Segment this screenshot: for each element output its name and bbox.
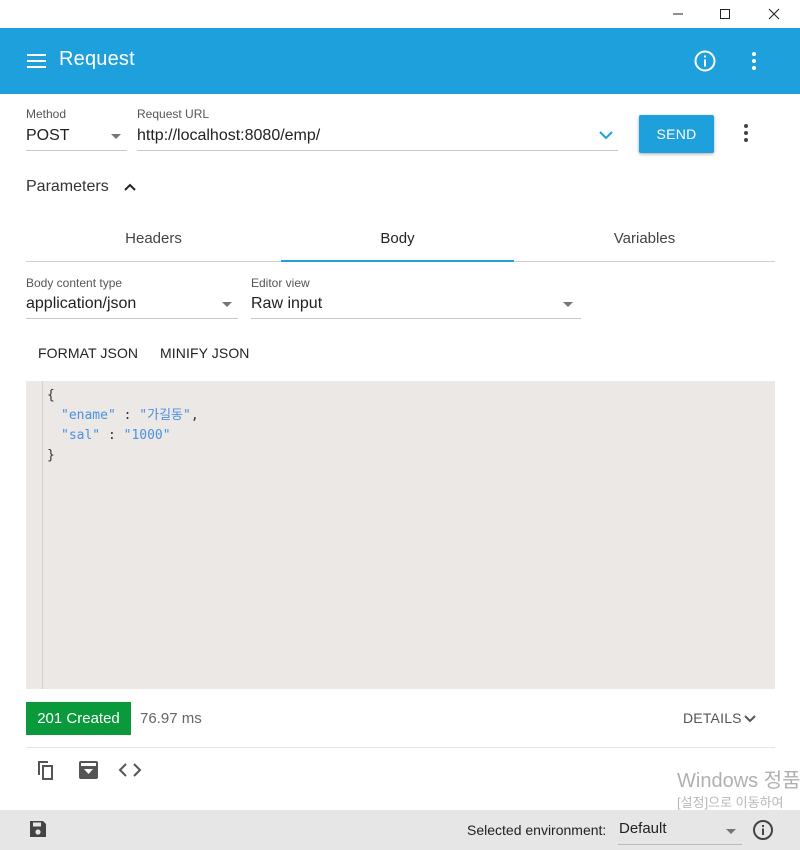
details-button[interactable]: DETAILS [683, 710, 742, 726]
format-json-button[interactable]: FORMAT JSON [38, 345, 138, 361]
minimize-icon[interactable] [655, 0, 701, 28]
maximize-icon[interactable] [702, 0, 748, 28]
url-history-icon[interactable] [597, 126, 615, 144]
method-label: Method [26, 107, 67, 121]
download-icon[interactable] [77, 758, 101, 782]
close-icon[interactable] [751, 0, 797, 28]
method-value: POST [26, 127, 70, 144]
url-value: http://localhost:8080/emp/ [137, 127, 321, 144]
tab-active-indicator [281, 260, 514, 262]
method-underline [26, 150, 127, 151]
content-type-label: Body content type [26, 276, 123, 290]
url-input[interactable]: http://localhost:8080/emp/ [137, 124, 618, 150]
method-select[interactable]: POST [26, 124, 127, 150]
content-type-select[interactable]: application/json [26, 292, 238, 318]
content-type-value: application/json [26, 295, 137, 312]
environment-underline [618, 844, 742, 845]
menu-icon[interactable] [26, 50, 48, 72]
minify-json-button[interactable]: MINIFY JSON [160, 345, 250, 361]
code-line-2: "ename" : "가길동", [61, 408, 199, 423]
request-menu-icon[interactable] [740, 123, 752, 143]
status-badge: 201 Created [26, 702, 131, 735]
send-button[interactable]: SEND [639, 115, 714, 153]
info-icon[interactable] [693, 49, 717, 73]
editor-view-select[interactable]: Raw input [251, 292, 581, 318]
watermark-line1: Windows 정품 [677, 770, 800, 792]
copy-icon[interactable] [34, 758, 58, 782]
chevron-down-icon [222, 302, 232, 307]
url-underline [137, 150, 618, 151]
window-titlebar [0, 0, 800, 28]
chevron-down-icon [111, 134, 121, 139]
environment-value: Default [619, 820, 667, 837]
save-icon[interactable] [28, 819, 48, 839]
code-icon[interactable] [118, 760, 142, 780]
more-vert-icon[interactable] [748, 49, 760, 73]
tab-headers[interactable]: Headers [26, 215, 281, 261]
parameters-label: Parameters [26, 178, 109, 195]
tab-body[interactable]: Body [281, 215, 514, 261]
chevron-down-icon[interactable] [742, 711, 758, 727]
info-icon[interactable] [752, 819, 774, 841]
environment-label: Selected environment: [467, 822, 607, 838]
code-line-4: } [47, 448, 55, 463]
editor-view-value: Raw input [251, 295, 323, 312]
chevron-up-icon[interactable] [121, 178, 139, 196]
content-type-underline [26, 318, 238, 319]
code-line-3: "sal" : "1000" [61, 428, 171, 443]
code-line-1: { [47, 388, 55, 403]
response-time: 76.97 ms [140, 710, 202, 727]
app-bar: Request [0, 28, 800, 94]
page-title: Request [59, 48, 135, 70]
divider [26, 747, 775, 748]
chevron-down-icon [563, 302, 573, 307]
chevron-down-icon [726, 829, 736, 834]
watermark-line2: [설정]으로 이동하여 [677, 795, 784, 810]
editor-view-label: Editor view [251, 276, 310, 290]
url-label: Request URL [137, 107, 210, 121]
editor-gutter [42, 381, 43, 689]
editor-view-underline [251, 318, 581, 319]
tab-variables[interactable]: Variables [514, 215, 775, 261]
